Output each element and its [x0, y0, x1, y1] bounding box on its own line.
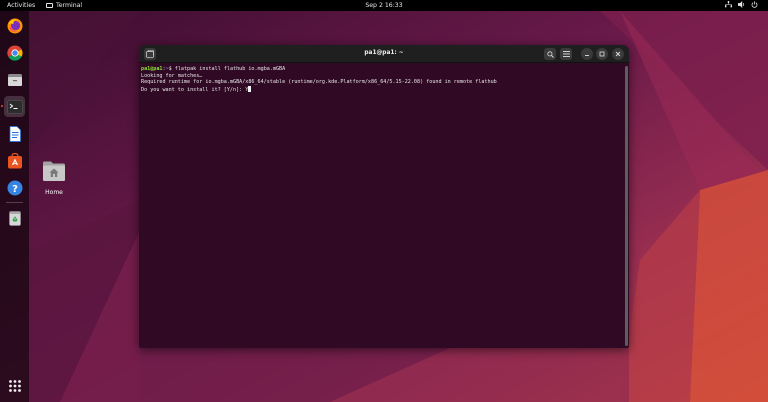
- dock-item-software[interactable]: [4, 150, 25, 171]
- desktop-home-label: Home: [45, 189, 63, 196]
- terminal-line-command: pa1@pa1:~$ flatpak install flathub io.mg…: [141, 66, 286, 72]
- dock-item-help[interactable]: ?: [4, 177, 25, 198]
- document-icon: [9, 125, 21, 142]
- chrome-icon: [6, 44, 23, 61]
- terminal-line-prompt: Do you want to install it? [Y/n]: Y: [141, 85, 621, 94]
- home-folder-icon: [43, 161, 65, 181]
- terminal-scrollbar[interactable]: [625, 66, 628, 346]
- volume-icon: [738, 1, 745, 8]
- terminal-headerbar[interactable]: pa1@pa1: ~: [139, 45, 629, 63]
- dock-item-trash[interactable]: [4, 207, 25, 228]
- dock-item-chrome[interactable]: [4, 42, 25, 63]
- minimize-button[interactable]: [581, 48, 593, 60]
- close-icon: [615, 51, 621, 57]
- trash-icon: [8, 210, 21, 226]
- terminal-icon: [46, 2, 53, 8]
- desktop-home-icon[interactable]: Home: [40, 160, 68, 196]
- terminal-line: Required runtime for io.mgba.mGBA/x86_64…: [141, 79, 497, 86]
- files-icon: [7, 73, 22, 86]
- prompt-user: pa1@pa1: [141, 66, 163, 72]
- clock-area: Sep 2 16:33: [0, 2, 768, 9]
- activities-button[interactable]: Activities: [7, 2, 35, 9]
- hamburger-menu-icon: [562, 51, 570, 57]
- maximize-icon: [599, 51, 605, 57]
- dock-separator: [6, 202, 23, 203]
- app-menu[interactable]: Terminal: [46, 2, 82, 9]
- terminal-icon: [6, 99, 23, 114]
- running-indicator: [1, 105, 3, 107]
- software-store-icon: [7, 152, 22, 168]
- dock-item-terminal[interactable]: [1, 96, 25, 117]
- terminal-output[interactable]: pa1@pa1:~$ flatpak install flathub io.mg…: [139, 64, 623, 348]
- install-prompt-text: Do you want to install it? [Y/n]: Y: [141, 86, 249, 93]
- clock[interactable]: Sep 2 16:33: [365, 2, 402, 9]
- system-tray[interactable]: [725, 1, 758, 8]
- dock-item-writer[interactable]: [4, 123, 25, 144]
- search-icon: [546, 50, 554, 58]
- maximize-button[interactable]: [596, 48, 608, 60]
- power-icon: [751, 1, 758, 8]
- menu-button[interactable]: [560, 48, 572, 60]
- dock-item-show-apps[interactable]: [4, 375, 25, 396]
- dock-item-files[interactable]: [4, 69, 25, 90]
- app-menu-label: Terminal: [56, 1, 83, 9]
- svg-text:?: ?: [12, 183, 18, 194]
- terminal-window[interactable]: pa1@pa1: ~ pa1@pa1:~$ flatpak install fl…: [139, 45, 629, 348]
- close-button[interactable]: [612, 48, 624, 60]
- help-icon: ?: [7, 180, 22, 195]
- dock: ?: [0, 11, 29, 402]
- minimize-icon: [585, 55, 589, 56]
- network-icon: [725, 1, 732, 8]
- top-bar: Activities Terminal Sep 2 16:33: [0, 0, 768, 11]
- firefox-icon: [7, 18, 22, 33]
- text-cursor: [248, 85, 252, 92]
- search-button[interactable]: [544, 48, 556, 60]
- dock-item-firefox[interactable]: [4, 15, 25, 36]
- terminal-line: Looking for matches…: [141, 72, 203, 79]
- command-text: $ flatpak install flathub io.mgba.mGBA: [168, 66, 286, 72]
- apps-grid-icon: [8, 379, 21, 392]
